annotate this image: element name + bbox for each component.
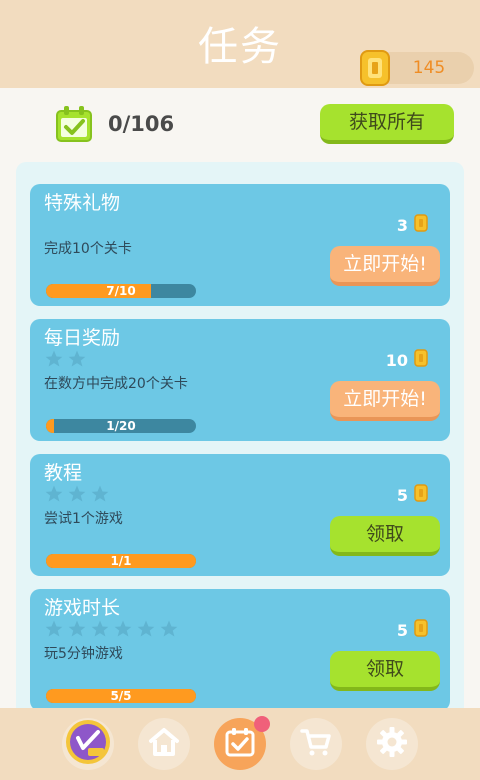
reward-amount: 5 — [396, 620, 408, 640]
task-card: 特殊礼物 完成10个关卡 3 7/10 立即开始! — [30, 184, 450, 306]
coin-icon — [414, 484, 428, 506]
header: 任务 145 — [0, 0, 480, 88]
task-progress-bar: 7/10 — [46, 284, 196, 298]
task-reward: 5 — [397, 619, 428, 641]
reward-amount: 3 — [396, 215, 408, 235]
task-description: 玩5分钟游戏 — [44, 646, 123, 662]
task-description: 在数方中完成20个关卡 — [44, 376, 188, 392]
start-now-button[interactable]: 立即开始! — [330, 246, 440, 286]
task-card: 教程 尝试1个游戏 5 1/1 领取 — [30, 454, 450, 576]
coin-icon — [414, 619, 428, 641]
coin-icon — [414, 349, 428, 371]
star-icon — [91, 620, 109, 637]
coin-count: 145 — [412, 58, 446, 78]
coin-icon — [414, 214, 428, 236]
cart-icon — [299, 725, 333, 763]
coin-icon — [360, 50, 390, 90]
task-reward: 3 — [397, 214, 428, 236]
star-rating — [44, 484, 110, 504]
task-progress-bar: 5/5 — [46, 689, 196, 703]
nav-tasks[interactable] — [214, 716, 270, 770]
collect-all-button[interactable]: 获取所有 — [320, 104, 454, 144]
progress-label: 1/20 — [106, 419, 136, 433]
progress-label: 5/5 — [110, 689, 132, 703]
task-progress-bar: 1/1 — [46, 554, 196, 568]
star-icon — [68, 620, 86, 637]
task-progress-bar: 1/20 — [46, 419, 196, 433]
task-name: 游戏时长 — [44, 597, 121, 619]
star-icon — [45, 485, 63, 502]
task-name: 特殊礼物 — [44, 192, 121, 214]
task-reward: 10 — [386, 349, 428, 371]
coin-balance: 145 — [360, 50, 474, 86]
home-icon — [147, 725, 181, 763]
task-reward: 5 — [397, 484, 428, 506]
nav-shop[interactable] — [290, 718, 342, 770]
notification-badge — [254, 716, 270, 732]
gear-icon — [375, 725, 409, 763]
task-description: 尝试1个游戏 — [44, 511, 123, 527]
progress-label: 7/10 — [106, 284, 136, 298]
star-rating — [44, 349, 87, 369]
calendar-check-icon — [54, 104, 94, 148]
star-rating — [44, 619, 179, 639]
nav-vip[interactable] — [62, 718, 114, 770]
nav-home[interactable] — [138, 718, 190, 770]
star-icon — [45, 350, 63, 367]
task-name: 每日奖励 — [44, 327, 121, 349]
calendar-check-icon — [224, 726, 256, 762]
task-name: 教程 — [44, 462, 83, 484]
star-icon — [160, 620, 178, 637]
task-progress-total: 0/106 — [108, 112, 175, 136]
star-icon — [137, 620, 155, 637]
claim-button[interactable]: 领取 — [330, 651, 440, 691]
star-icon — [45, 620, 63, 637]
star-icon — [68, 350, 86, 367]
task-card: 游戏时长 玩5分钟游戏 5 5/5 领取 — [30, 589, 450, 711]
reward-amount: 5 — [396, 485, 408, 505]
star-icon — [114, 620, 132, 637]
star-icon — [68, 485, 86, 502]
start-now-button[interactable]: 立即开始! — [330, 381, 440, 421]
claim-button[interactable]: 领取 — [330, 516, 440, 556]
vip-icon — [64, 718, 112, 770]
progress-label: 1/1 — [110, 554, 132, 568]
reward-amount: 10 — [385, 350, 408, 370]
bottom-nav — [0, 708, 480, 780]
task-card: 每日奖励 在数方中完成20个关卡 10 1/20 立即开始! — [30, 319, 450, 441]
nav-settings[interactable] — [366, 718, 418, 770]
task-description: 完成10个关卡 — [44, 241, 132, 257]
star-icon — [91, 485, 109, 502]
